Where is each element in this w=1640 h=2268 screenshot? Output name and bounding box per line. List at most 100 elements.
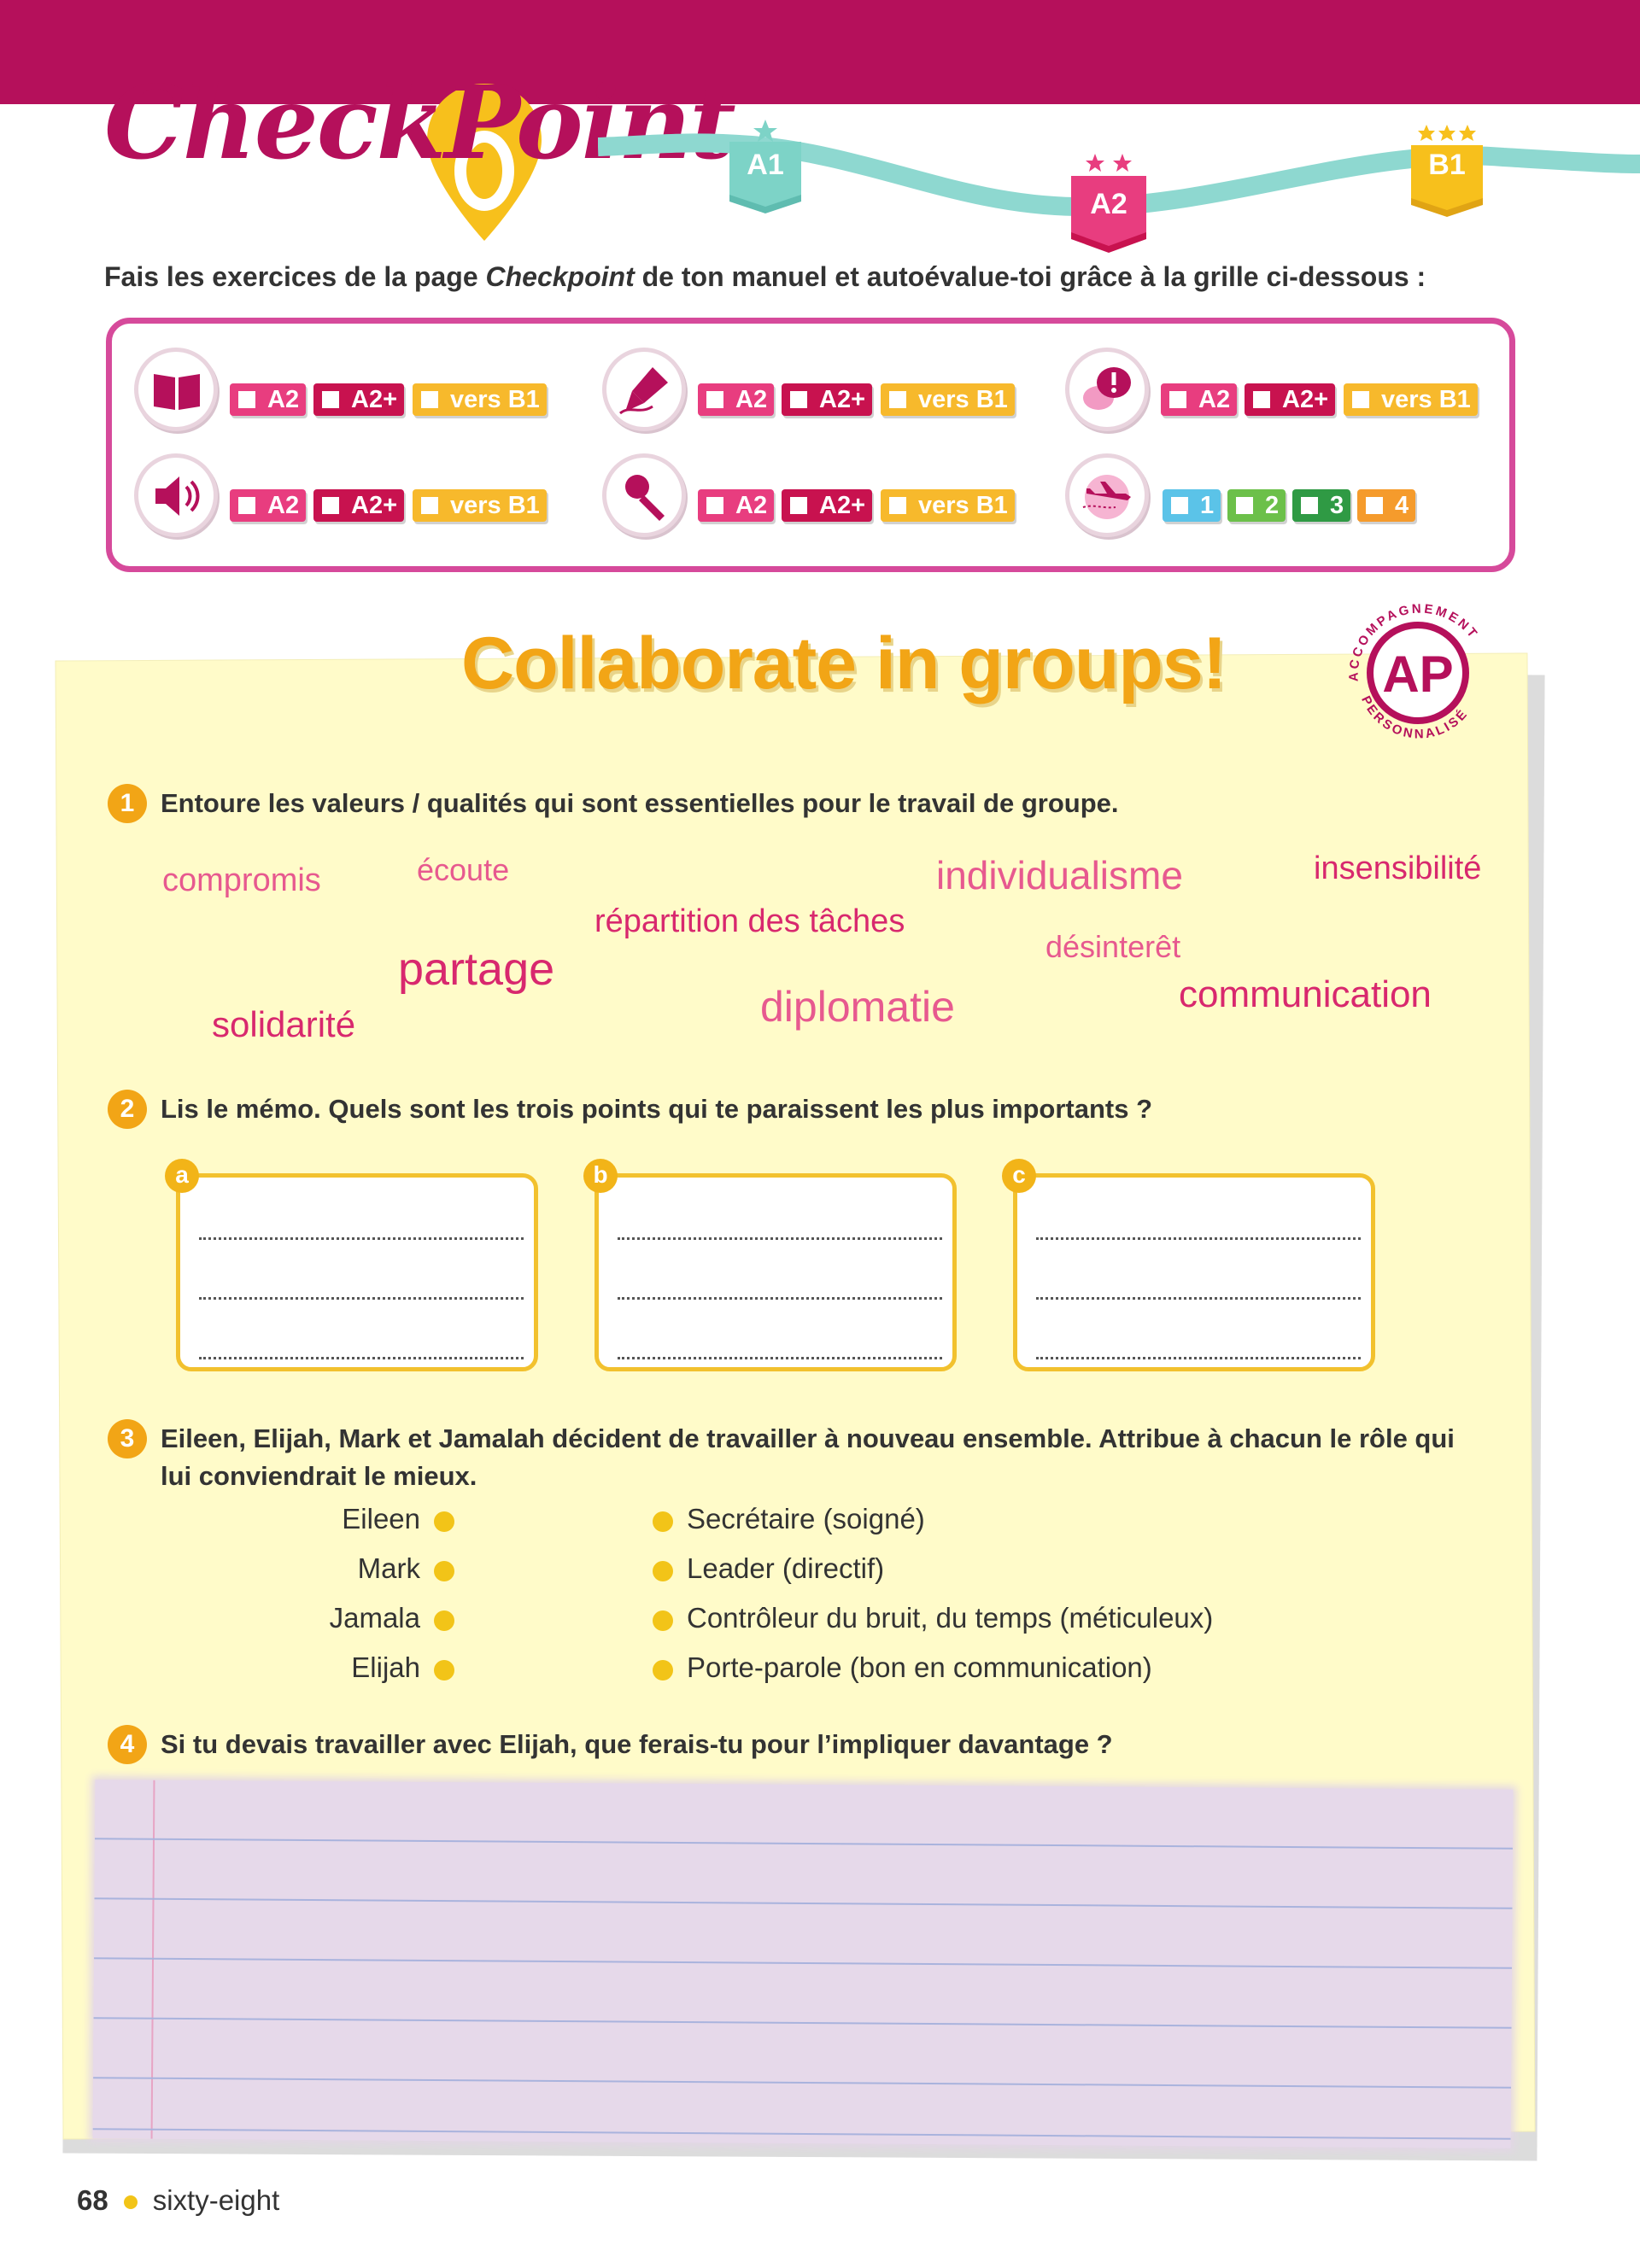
footer-dot <box>123 2195 138 2210</box>
tag-vers-b1[interactable]: vers B1 <box>413 489 547 522</box>
match-dot-right[interactable] <box>653 1561 673 1581</box>
word-ecoute[interactable]: écoute <box>417 852 509 888</box>
lined-answer-area[interactable] <box>92 1780 1514 2148</box>
answer-line[interactable] <box>618 1355 942 1359</box>
memo-letter-a: a <box>165 1159 199 1193</box>
answer-line[interactable] <box>1036 1295 1361 1300</box>
tag-vers-b1[interactable]: vers B1 <box>881 489 1015 522</box>
match-name: Eileen <box>342 1503 420 1534</box>
tag-3[interactable]: 3 <box>1292 489 1351 522</box>
plane-icon <box>1065 453 1149 537</box>
match-role: Porte-parole (bon en communication) <box>687 1651 1152 1683</box>
checkpoint-logo: CheckPoint <box>104 63 736 258</box>
tag-a2-plus[interactable]: A2+ <box>1245 383 1336 416</box>
tag-a2[interactable]: A2 <box>1161 383 1238 416</box>
question-1-text: Entoure les valeurs / qualités qui sont … <box>161 788 1119 818</box>
pen-nib-icon <box>602 348 686 431</box>
match-role: Leader (directif) <box>687 1552 885 1584</box>
microphone-icon <box>602 453 686 537</box>
answer-line[interactable] <box>199 1236 524 1240</box>
match-name: Jamala <box>329 1602 420 1634</box>
answer-line[interactable] <box>618 1295 942 1300</box>
match-role: Contrôleur du bruit, du temps (méticuleu… <box>687 1602 1214 1634</box>
skill-reading: A2 A2+ vers B1 <box>134 348 561 433</box>
skill-interaction: A2 A2+ vers B1 <box>1065 348 1492 433</box>
match-name: Elijah <box>351 1651 420 1683</box>
word-communication[interactable]: communication <box>1179 973 1432 1016</box>
skill-speaking: A2 A2+ vers B1 <box>602 453 1029 539</box>
rule-line <box>92 2128 1511 2140</box>
match-dot-left[interactable] <box>434 1561 454 1581</box>
word-insensibilite[interactable]: insensibilité <box>1314 850 1481 887</box>
skill-culture: 1 2 3 4 <box>1065 453 1492 539</box>
tag-a2[interactable]: A2 <box>698 383 775 416</box>
speech-bubble-icon <box>1065 348 1149 431</box>
level-a2-badge: A2 <box>1068 154 1150 256</box>
tag-a2[interactable]: A2 <box>230 383 307 416</box>
memo-letter-c: c <box>1002 1159 1036 1193</box>
ap-seal-center: AP <box>1382 646 1453 703</box>
page-footer: 68 sixty-eight <box>77 2184 279 2217</box>
answer-line[interactable] <box>199 1295 524 1300</box>
memo-box-a: a <box>165 1159 538 1371</box>
word-solidarite[interactable]: solidarité <box>212 1004 355 1045</box>
tag-vers-b1[interactable]: vers B1 <box>413 383 547 416</box>
skill-writing: A2 A2+ vers B1 <box>602 348 1029 433</box>
word-repartition[interactable]: répartition des tâches <box>594 903 905 940</box>
rule-line <box>94 1838 1513 1850</box>
match-dot-right[interactable] <box>653 1511 673 1532</box>
tag-a2-plus[interactable]: A2+ <box>313 383 405 416</box>
question-3-text-line2: lui conviendrait le mieux. <box>161 1461 477 1491</box>
level-a1-badge: A1 <box>726 120 805 213</box>
worksheet-title: Collaborate in groups! <box>461 623 1227 704</box>
answer-line[interactable] <box>1036 1236 1361 1240</box>
memo-letter-b: b <box>583 1159 618 1193</box>
rule-line <box>93 2017 1512 2029</box>
tag-a2-plus[interactable]: A2+ <box>313 489 405 522</box>
word-diplomatie[interactable]: diplomatie <box>760 982 955 1032</box>
answer-line[interactable] <box>618 1236 942 1240</box>
match-name: Mark <box>357 1552 420 1584</box>
tag-2[interactable]: 2 <box>1227 489 1286 522</box>
word-individualisme[interactable]: individualisme <box>936 852 1183 898</box>
match-dot-left[interactable] <box>434 1511 454 1532</box>
match-dot-left[interactable] <box>434 1610 454 1631</box>
tag-a2-plus[interactable]: A2+ <box>782 489 873 522</box>
tag-vers-b1[interactable]: vers B1 <box>881 383 1015 416</box>
match-dot-right[interactable] <box>653 1660 673 1681</box>
word-partage[interactable]: partage <box>398 943 554 996</box>
question-3-number: 3 <box>108 1419 147 1458</box>
rule-line <box>93 2077 1512 2089</box>
match-dot-left[interactable] <box>434 1660 454 1681</box>
tag-a2[interactable]: A2 <box>230 489 307 522</box>
memo-box-c: c <box>1002 1159 1375 1371</box>
intro-instruction: Fais les exercices de la page Checkpoint… <box>104 261 1426 292</box>
match-dot-right[interactable] <box>653 1610 673 1631</box>
rule-line <box>94 1957 1512 1969</box>
answer-line[interactable] <box>1036 1355 1361 1359</box>
tag-1[interactable]: 1 <box>1163 489 1221 522</box>
word-compromis[interactable]: compromis <box>162 862 321 899</box>
tag-vers-b1[interactable]: vers B1 <box>1344 383 1478 416</box>
rule-line <box>94 1897 1513 1909</box>
page-number: 68 <box>77 2184 108 2216</box>
skill-listening: A2 A2+ vers B1 <box>134 453 561 539</box>
question-2-number: 2 <box>108 1090 147 1129</box>
self-evaluation-grid: A2 A2+ vers B1 A2 A2+ vers B1 A2 A2+ ver… <box>106 318 1515 572</box>
ap-seal: AP ACCOMPAGNEMENT PERSONNALISÉ <box>1332 587 1503 758</box>
answer-line[interactable] <box>199 1355 524 1359</box>
question-3-text-line1: Eileen, Elijah, Mark et Jamalah décident… <box>161 1423 1455 1453</box>
question-2-text: Lis le mémo. Quels sont les trois points… <box>161 1094 1153 1124</box>
level-path: A1 A2 B1 <box>598 111 1640 256</box>
page-words: sixty-eight <box>152 2184 280 2216</box>
tag-a2[interactable]: A2 <box>698 489 775 522</box>
question-4-text: Si tu devais travailler avec Elijah, que… <box>161 1729 1113 1759</box>
level-b1-badge: B1 <box>1408 125 1486 220</box>
match-role: Secrétaire (soigné) <box>687 1503 925 1534</box>
question-4-number: 4 <box>108 1725 147 1764</box>
speaker-icon <box>134 453 218 537</box>
word-desinteret[interactable]: désinterêt <box>1046 929 1180 965</box>
tag-4[interactable]: 4 <box>1357 489 1416 522</box>
tag-a2-plus[interactable]: A2+ <box>782 383 873 416</box>
book-icon <box>134 348 218 431</box>
